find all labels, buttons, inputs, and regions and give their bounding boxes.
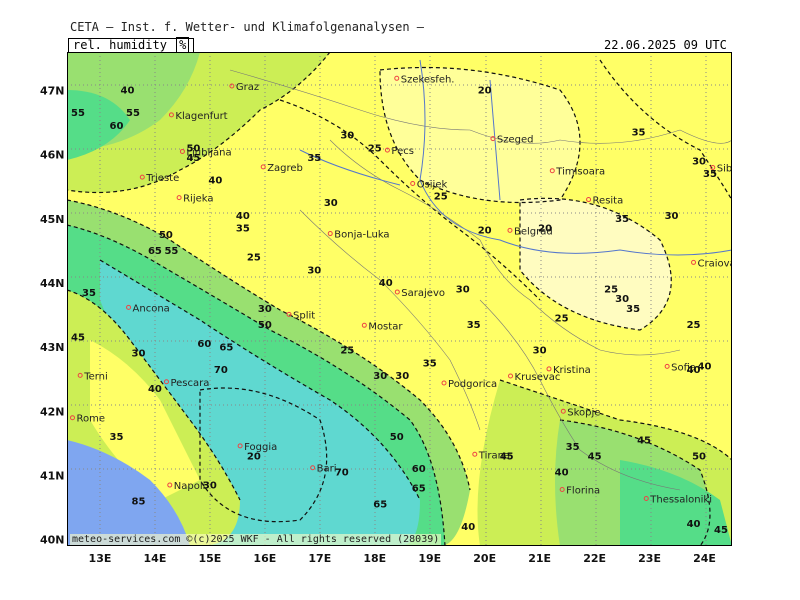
lon-label-19E: 19E — [418, 552, 441, 565]
lon-label-15E: 15E — [198, 552, 221, 565]
lat-label-41N: 41N — [40, 469, 65, 482]
lon-label-22E: 22E — [583, 552, 606, 565]
lon-label-13E: 13E — [89, 552, 112, 565]
lon-label-14E: 14E — [144, 552, 167, 565]
lat-label-43N: 43N — [40, 341, 65, 354]
lon-label-16E: 16E — [253, 552, 276, 565]
lat-label-47N: 47N — [40, 84, 65, 97]
lat-label-45N: 45N — [40, 213, 65, 226]
lon-label-18E: 18E — [363, 552, 386, 565]
longitude-labels: 13E 14E 15E 16E 17E 18E 19E 20E 21E 22E 23E 24E — [89, 552, 716, 565]
map-frame — [67, 52, 732, 546]
lon-label-21E: 21E — [528, 552, 551, 565]
copyright-footer: meteo-services.com ©(c)2025 WKF - All ri… — [70, 534, 442, 545]
lon-label-17E: 17E — [308, 552, 331, 565]
lon-label-23E: 23E — [638, 552, 661, 565]
lat-label-46N: 46N — [40, 149, 65, 162]
lat-label-42N: 42N — [40, 405, 65, 418]
lat-label-40N: 40N — [40, 534, 65, 547]
lon-label-24E: 24E — [693, 552, 716, 565]
latitude-labels: 47N 46N 45N 44N 43N 42N 41N 40N — [40, 84, 65, 546]
lon-label-20E: 20E — [473, 552, 496, 565]
lat-label-44N: 44N — [40, 277, 65, 290]
